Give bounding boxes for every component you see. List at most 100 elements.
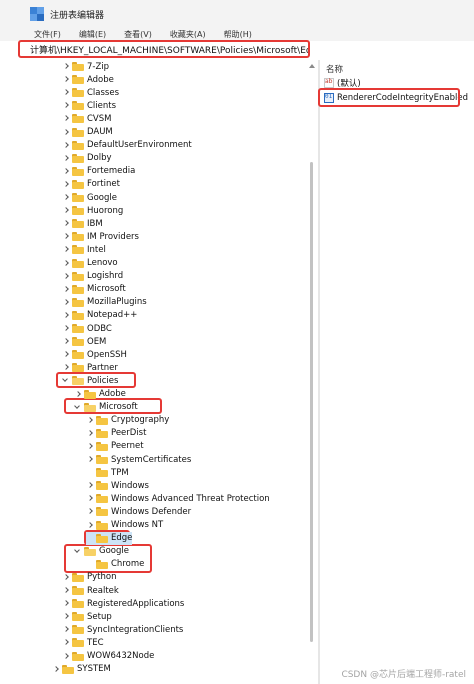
chevron-right-icon[interactable]	[62, 257, 70, 270]
chevron-right-icon[interactable]	[62, 584, 70, 597]
scroll-thumb[interactable]	[310, 162, 313, 642]
tree-node[interactable]: SyncIntegrationClients	[62, 623, 183, 636]
chevron-right-icon[interactable]	[86, 453, 94, 466]
chevron-right-icon[interactable]	[62, 178, 70, 191]
tree-node[interactable]: Fortemedia	[62, 165, 135, 178]
scroll-up-arrow-icon[interactable]	[308, 62, 316, 70]
chevron-right-icon[interactable]	[86, 519, 94, 532]
tree-scrollbar[interactable]	[308, 62, 316, 680]
tree-node[interactable]: Lenovo	[62, 257, 118, 270]
chevron-right-icon[interactable]	[86, 479, 94, 492]
tree-node[interactable]: CVSM	[62, 112, 111, 125]
tree-node[interactable]: TEC	[62, 636, 104, 649]
tree-node[interactable]: Microsoft	[62, 283, 126, 296]
chevron-right-icon[interactable]	[62, 571, 70, 584]
chevron-right-icon[interactable]	[62, 230, 70, 243]
chevron-right-icon[interactable]	[62, 361, 70, 374]
address-bar[interactable]: 计算机\HKEY_LOCAL_MACHINE\SOFTWARE\Policies…	[18, 40, 310, 58]
chevron-right-icon[interactable]	[62, 204, 70, 217]
chevron-right-icon[interactable]	[86, 427, 94, 440]
tree-node-label: Partner	[87, 362, 118, 373]
chevron-right-icon[interactable]	[86, 414, 94, 427]
chevron-right-icon[interactable]	[62, 243, 70, 256]
folder-icon	[72, 363, 84, 373]
tree-node[interactable]: OpenSSH	[62, 348, 127, 361]
chevron-right-icon[interactable]	[74, 388, 82, 401]
tree-node[interactable]: Intel	[62, 243, 106, 256]
chevron-right-icon[interactable]	[62, 139, 70, 152]
tree-node[interactable]: IM Providers	[62, 230, 139, 243]
tree-node[interactable]: Fortinet	[62, 178, 120, 191]
chevron-down-icon[interactable]	[74, 401, 82, 414]
chevron-right-icon[interactable]	[62, 165, 70, 178]
chevron-right-icon[interactable]	[62, 283, 70, 296]
tree-node-label: Google	[99, 546, 129, 557]
chevron-right-icon[interactable]	[62, 636, 70, 649]
chevron-right-icon[interactable]	[62, 309, 70, 322]
tree-node[interactable]: Notepad++	[62, 309, 137, 322]
tree-node[interactable]: Realtek	[62, 584, 119, 597]
chevron-right-icon[interactable]	[62, 597, 70, 610]
tree-node[interactable]: DAUM	[62, 126, 113, 139]
tree-node[interactable]: Huorong	[62, 204, 123, 217]
tree-node[interactable]: DefaultUserEnvironment	[62, 139, 192, 152]
tree-node[interactable]: PeerDist	[86, 427, 146, 440]
tree-node[interactable]: Windows NT	[86, 519, 163, 532]
tree-node[interactable]: WOW6432Node	[62, 650, 154, 663]
tree-node[interactable]: TPM	[86, 466, 129, 479]
tree-node[interactable]: Setup	[62, 610, 112, 623]
tree-node[interactable]: Classes	[62, 86, 119, 99]
chevron-right-icon[interactable]	[62, 191, 70, 204]
tree-node[interactable]: Clients	[62, 99, 116, 112]
chevron-right-icon[interactable]	[62, 623, 70, 636]
tree-node[interactable]: ODBC	[62, 322, 112, 335]
tree-node[interactable]: SystemCertificates	[86, 453, 191, 466]
tree-node[interactable]: Adobe	[62, 73, 114, 86]
tree-node[interactable]: Cryptography	[86, 414, 169, 427]
tree-node[interactable]: Windows Defender	[86, 505, 191, 518]
chevron-right-icon[interactable]	[62, 73, 70, 86]
tree-node[interactable]: Microsoft	[74, 401, 138, 414]
tree-node[interactable]: Windows Advanced Threat Protection	[86, 492, 270, 505]
tree-node[interactable]: Windows	[86, 479, 149, 492]
tree-node[interactable]: Adobe	[74, 388, 126, 401]
tree-node[interactable]: Logishrd	[62, 270, 123, 283]
tree-node[interactable]: 7-Zip	[62, 60, 109, 73]
tree-node[interactable]: Google	[62, 191, 117, 204]
chevron-right-icon[interactable]	[62, 86, 70, 99]
chevron-right-icon[interactable]	[62, 270, 70, 283]
tree-node[interactable]: Chrome	[86, 558, 144, 571]
tree-node[interactable]: RegisteredApplications	[62, 597, 184, 610]
chevron-right-icon[interactable]	[62, 152, 70, 165]
column-header-name[interactable]: 名称	[326, 63, 343, 75]
chevron-right-icon[interactable]	[62, 112, 70, 125]
tree-node[interactable]: Partner	[62, 361, 118, 374]
tree-node[interactable]: Python	[62, 571, 116, 584]
chevron-right-icon[interactable]	[62, 348, 70, 361]
chevron-right-icon[interactable]	[62, 335, 70, 348]
chevron-right-icon[interactable]	[86, 440, 94, 453]
tree-node[interactable]: Policies	[62, 374, 118, 387]
chevron-right-icon[interactable]	[62, 126, 70, 139]
chevron-right-icon[interactable]	[52, 663, 60, 676]
tree-node[interactable]: Dolby	[62, 152, 112, 165]
tree-node[interactable]: MozillaPlugins	[62, 296, 147, 309]
folder-icon	[96, 428, 108, 438]
chevron-right-icon[interactable]	[62, 296, 70, 309]
chevron-down-icon[interactable]	[74, 545, 82, 558]
tree-node[interactable]: OEM	[62, 335, 106, 348]
chevron-right-icon[interactable]	[62, 60, 70, 73]
chevron-right-icon[interactable]	[86, 505, 94, 518]
tree-node[interactable]: Edge	[86, 531, 133, 545]
chevron-right-icon[interactable]	[62, 217, 70, 230]
chevron-right-icon[interactable]	[62, 322, 70, 335]
chevron-right-icon[interactable]	[62, 650, 70, 663]
tree-node[interactable]: Peernet	[86, 440, 144, 453]
chevron-right-icon[interactable]	[86, 492, 94, 505]
chevron-right-icon[interactable]	[62, 610, 70, 623]
chevron-right-icon[interactable]	[62, 99, 70, 112]
tree-node[interactable]: IBM	[62, 217, 103, 230]
tree-node[interactable]: Google	[74, 545, 129, 558]
tree-node[interactable]: SYSTEM	[52, 663, 111, 676]
chevron-down-icon[interactable]	[62, 374, 70, 387]
